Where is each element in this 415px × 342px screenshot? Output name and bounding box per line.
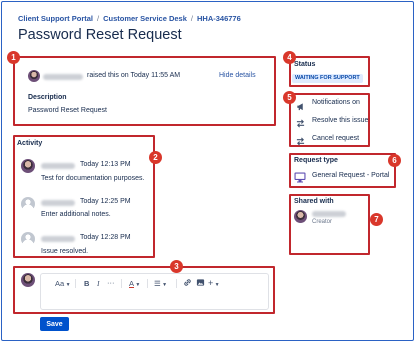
commenter-avatar [21, 273, 35, 287]
status-label: Status [294, 61, 316, 68]
shared-user-name-redacted [312, 211, 346, 217]
breadcrumb-service-desk[interactable]: Customer Service Desk [103, 14, 187, 23]
toolbar-divider [121, 279, 122, 288]
request-type-value: General Request - Portal [312, 172, 390, 179]
description-label: Description [28, 94, 67, 101]
italic-button[interactable]: I [97, 279, 100, 288]
activity-author-redacted [41, 200, 75, 206]
activity-default-avatar [21, 232, 35, 246]
activity-comment: Test for documentation purposes. [41, 175, 145, 182]
status-badge: WAITING FOR SUPPORT [292, 74, 363, 83]
link-icon [184, 279, 191, 286]
save-button[interactable]: Save [40, 317, 69, 331]
breadcrumb-separator: / [190, 14, 193, 23]
toolbar-divider [147, 279, 148, 288]
link-button[interactable] [183, 278, 192, 289]
transition-arrows-icon [296, 115, 305, 133]
activity-comment: Issue resolved. [41, 248, 89, 255]
shared-user-role: Creator [312, 219, 333, 225]
hide-details-link[interactable]: Hide details [219, 72, 256, 79]
activity-default-avatar [21, 197, 35, 211]
chevron-down-icon: ▼ [64, 282, 71, 288]
breadcrumb: Client Support Portal / Customer Service D… [18, 14, 241, 23]
toolbar-divider [176, 279, 177, 288]
list-dropdown[interactable]: ☰ ▼ [154, 279, 167, 288]
request-type-label: Request type [294, 157, 338, 164]
reporter-name-redacted [43, 74, 83, 80]
chevron-down-icon: ▼ [134, 282, 141, 288]
reporter-avatar [28, 70, 40, 82]
chevron-down-icon: ▼ [160, 282, 168, 288]
resolve-issue-action[interactable]: Resolve this issue [312, 117, 368, 124]
shared-with-label: Shared with [294, 198, 334, 205]
image-icon [196, 279, 205, 286]
activity-comment: Enter additional notes. [41, 211, 111, 218]
page-title: Password Reset Request [18, 27, 182, 43]
breadcrumb-portal[interactable]: Client Support Portal [18, 14, 93, 23]
callout-badge-5: 5 [283, 91, 296, 104]
description-value: Password Reset Request [28, 107, 107, 114]
callout-badge-1: 1 [7, 51, 20, 64]
transition-arrows-icon [296, 133, 305, 151]
megaphone-icon [296, 98, 305, 116]
activity-time: Today 12:25 PM [80, 198, 131, 205]
callout-box-request-details [13, 56, 276, 126]
activity-author-redacted [41, 236, 75, 242]
chevron-down-icon: ▼ [213, 282, 220, 288]
notifications-toggle[interactable]: Notifications on [312, 99, 360, 106]
callout-badge-3: 3 [170, 260, 183, 273]
raised-text: raised this on Today 11:55 AM [87, 72, 181, 79]
breadcrumb-issue-key[interactable]: HHA-346776 [197, 14, 241, 23]
insert-dropdown[interactable]: + ▼ [208, 278, 220, 288]
cancel-request-action[interactable]: Cancel request [312, 135, 359, 142]
bold-button[interactable]: B [84, 279, 89, 288]
activity-time: Today 12:13 PM [80, 161, 131, 168]
toolbar-divider [75, 279, 76, 288]
shared-user-avatar [294, 210, 307, 223]
monitor-icon [294, 170, 306, 188]
text-style-label: Aa [55, 279, 65, 288]
text-color-dropdown[interactable]: A ▼ [129, 279, 140, 288]
callout-badge-2: 2 [149, 151, 162, 164]
activity-author-redacted [41, 163, 75, 169]
more-formatting-button[interactable]: ··· [107, 278, 115, 287]
text-style-dropdown[interactable]: Aa ▼ [55, 279, 71, 288]
activity-label: Activity [17, 140, 43, 147]
activity-avatar [21, 159, 35, 173]
image-button[interactable] [196, 278, 205, 289]
bullet-list-icon: ☰ [154, 279, 161, 288]
callout-badge-7: 7 [370, 213, 383, 226]
callout-badge-6: 6 [388, 154, 401, 167]
activity-time: Today 12:28 PM [80, 234, 131, 241]
comment-editor[interactable]: Aa ▼ B I ··· A ▼ ☰ ▼ + ▼ [40, 273, 269, 310]
breadcrumb-separator: / [97, 14, 100, 23]
